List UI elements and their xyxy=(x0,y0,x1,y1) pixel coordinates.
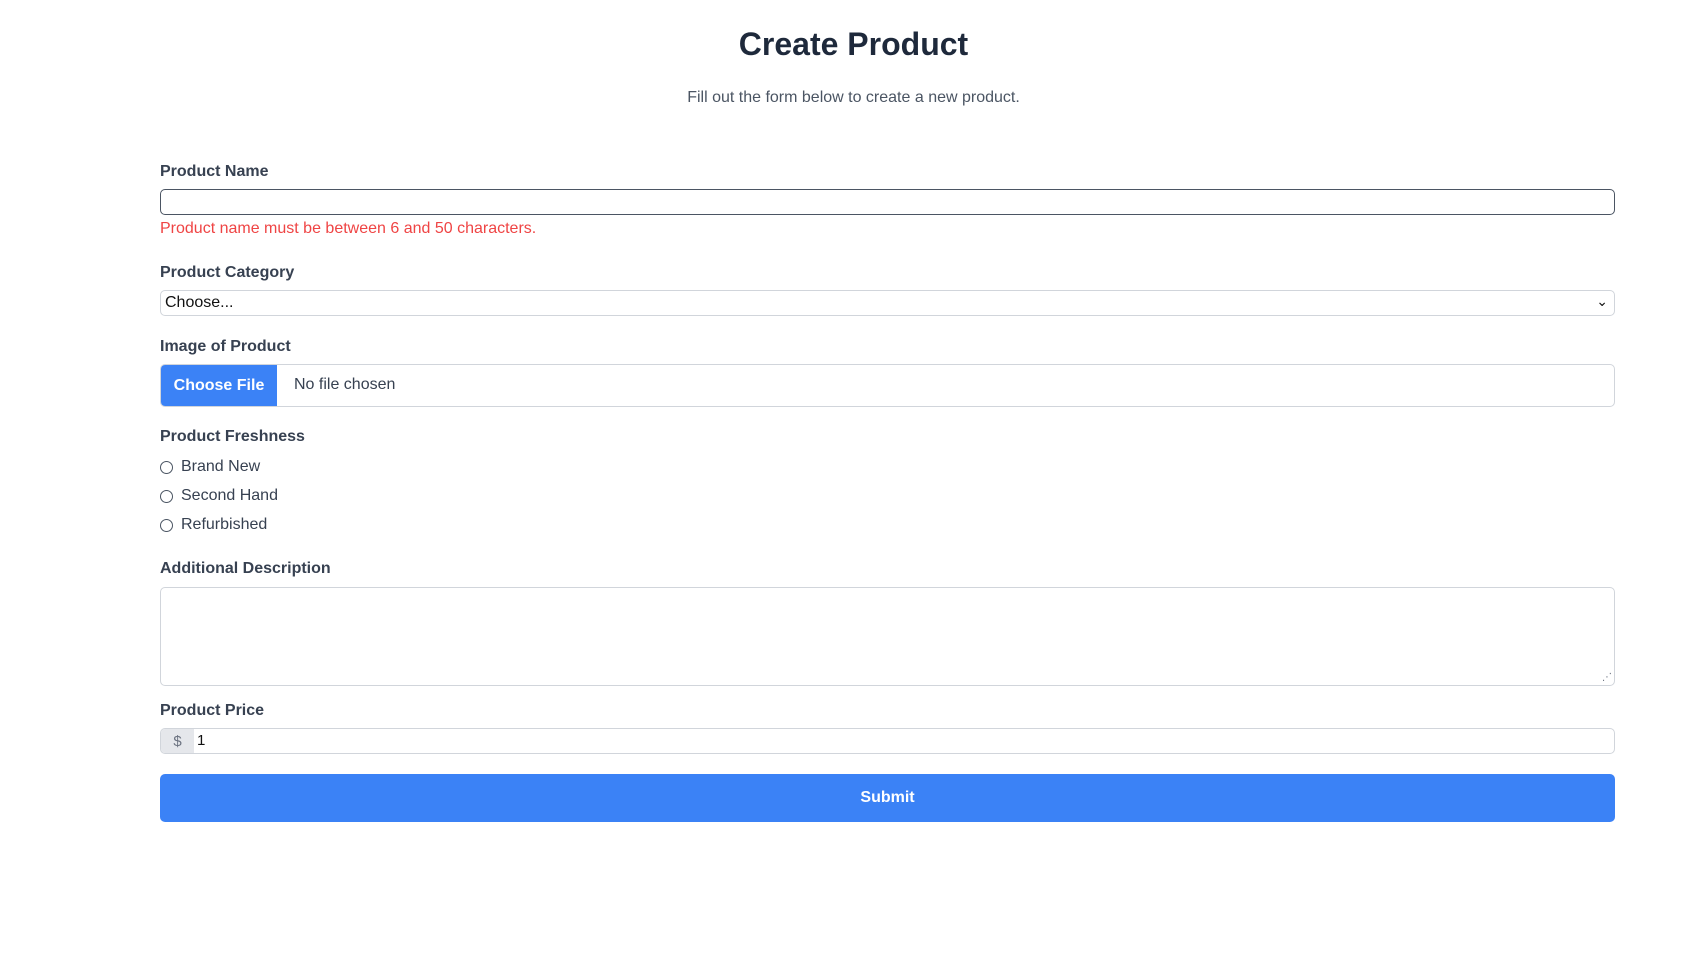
product-category-selected: Choose... xyxy=(165,294,234,311)
product-image-label: Image of Product xyxy=(160,338,291,355)
product-price-input[interactable]: $ 1 xyxy=(160,728,1615,754)
submit-button[interactable]: Submit xyxy=(160,774,1615,822)
file-status-text: No file chosen xyxy=(294,376,396,393)
radio-refurbished[interactable] xyxy=(160,518,173,532)
chevron-down-icon: ⌄ xyxy=(1596,293,1608,309)
page-subtitle: Fill out the form below to create a new … xyxy=(687,89,1020,106)
freshness-option-brand-new[interactable]: Brand New xyxy=(160,458,260,476)
radio-second-hand[interactable] xyxy=(160,489,173,503)
product-category-select[interactable]: Choose... ⌄ xyxy=(160,290,1615,316)
freshness-option-label: Second Hand xyxy=(181,487,278,504)
currency-prefix: $ xyxy=(161,729,194,753)
product-category-label: Product Category xyxy=(160,264,295,281)
page-title: Create Product xyxy=(738,26,969,62)
freshness-option-second-hand[interactable]: Second Hand xyxy=(160,487,278,505)
freshness-option-refurbished[interactable]: Refurbished xyxy=(160,516,267,534)
product-freshness-label: Product Freshness xyxy=(160,428,305,445)
choose-file-button[interactable]: Choose File xyxy=(161,365,277,406)
additional-description-textarea[interactable]: ⋰ xyxy=(160,587,1615,686)
product-name-input[interactable] xyxy=(160,189,1615,215)
product-name-label: Product Name xyxy=(160,163,269,180)
product-price-value: 1 xyxy=(197,732,206,749)
resize-handle-icon[interactable]: ⋰ xyxy=(1602,673,1612,683)
create-product-page: Create Product Fill out the form below t… xyxy=(0,0,1707,958)
radio-brand-new[interactable] xyxy=(160,460,173,474)
product-image-file-input[interactable]: Choose File No file chosen xyxy=(160,364,1615,407)
product-name-error: Product name must be between 6 and 50 ch… xyxy=(160,220,537,237)
product-price-label: Product Price xyxy=(160,702,265,719)
freshness-option-label: Brand New xyxy=(181,458,261,475)
freshness-option-label: Refurbished xyxy=(181,516,268,533)
additional-description-label: Additional Description xyxy=(160,560,331,577)
